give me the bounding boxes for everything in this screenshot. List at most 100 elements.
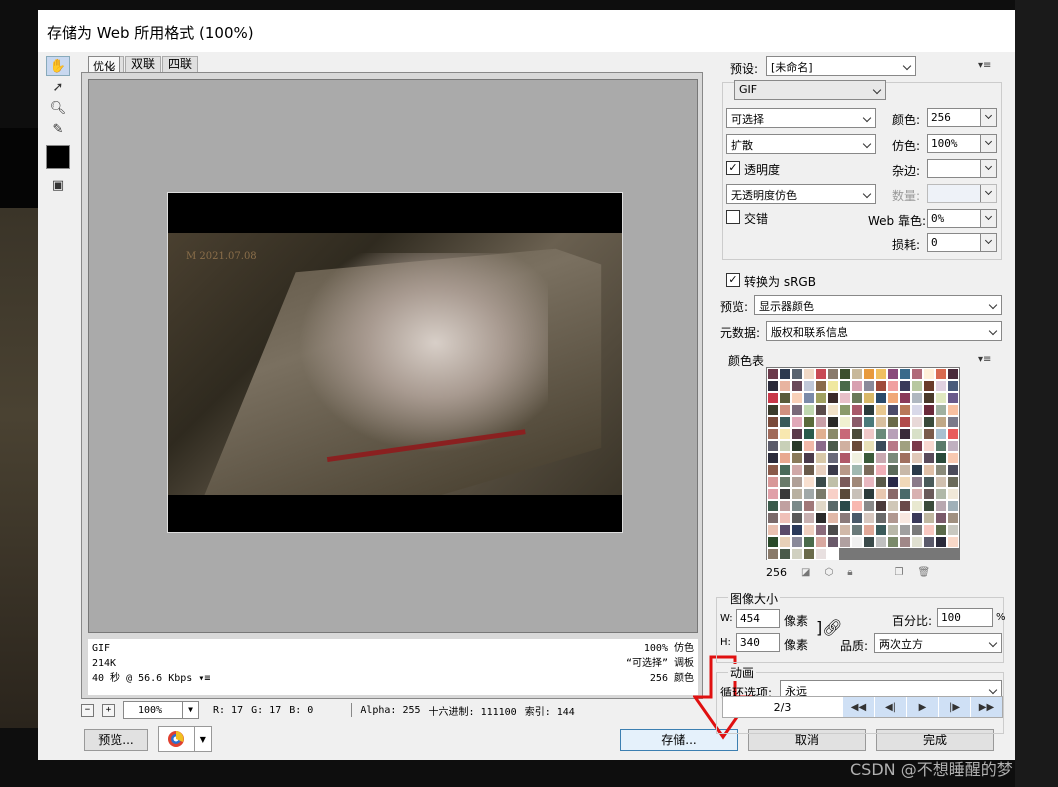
map-transparent-icon[interactable]: ◪ xyxy=(801,567,810,578)
percent-input[interactable]: 100 xyxy=(937,608,993,627)
color-swatch[interactable] xyxy=(851,500,863,512)
color-swatch[interactable] xyxy=(911,440,923,452)
color-swatch[interactable] xyxy=(863,512,875,524)
color-swatch[interactable] xyxy=(863,536,875,548)
color-swatch[interactable] xyxy=(779,440,791,452)
color-swatch[interactable] xyxy=(863,488,875,500)
color-swatch[interactable] xyxy=(815,380,827,392)
preset-select[interactable]: [未命名] xyxy=(766,56,916,76)
web-shift-icon[interactable]: ⬡ xyxy=(824,567,833,578)
color-swatch[interactable] xyxy=(947,404,959,416)
color-swatch[interactable] xyxy=(803,476,815,488)
color-swatch[interactable] xyxy=(863,380,875,392)
color-swatch[interactable] xyxy=(935,440,947,452)
color-swatch[interactable] xyxy=(923,440,935,452)
color-swatch[interactable] xyxy=(839,380,851,392)
color-swatch[interactable] xyxy=(851,464,863,476)
color-swatch[interactable] xyxy=(863,500,875,512)
color-swatch[interactable] xyxy=(947,500,959,512)
color-swatch[interactable] xyxy=(839,500,851,512)
color-swatch[interactable] xyxy=(899,440,911,452)
color-swatch[interactable] xyxy=(947,488,959,500)
color-swatch[interactable] xyxy=(791,380,803,392)
color-swatch[interactable] xyxy=(947,452,959,464)
color-swatch[interactable] xyxy=(923,524,935,536)
color-swatch[interactable] xyxy=(815,368,827,380)
color-swatch[interactable] xyxy=(899,476,911,488)
color-swatch[interactable] xyxy=(803,368,815,380)
color-swatch[interactable] xyxy=(863,464,875,476)
color-swatch[interactable] xyxy=(935,452,947,464)
color-swatch[interactable] xyxy=(839,524,851,536)
color-swatch[interactable] xyxy=(815,392,827,404)
zoom-in-button[interactable]: + xyxy=(102,703,115,717)
color-swatch[interactable] xyxy=(923,488,935,500)
color-swatch[interactable] xyxy=(791,368,803,380)
color-swatch[interactable] xyxy=(875,512,887,524)
color-swatch[interactable] xyxy=(935,536,947,548)
color-swatch[interactable] xyxy=(935,404,947,416)
color-swatch[interactable] xyxy=(803,464,815,476)
color-swatch[interactable] xyxy=(779,464,791,476)
color-swatch[interactable] xyxy=(779,488,791,500)
color-swatch[interactable] xyxy=(911,536,923,548)
color-swatch[interactable] xyxy=(947,380,959,392)
color-swatch[interactable] xyxy=(863,440,875,452)
color-swatch[interactable] xyxy=(875,368,887,380)
color-swatch[interactable] xyxy=(779,368,791,380)
color-swatch[interactable] xyxy=(851,416,863,428)
color-swatch[interactable] xyxy=(875,392,887,404)
color-swatch[interactable] xyxy=(767,488,779,500)
tab-4-up[interactable]: 四联 xyxy=(162,56,199,72)
color-swatch[interactable] xyxy=(923,404,935,416)
matte-input[interactable] xyxy=(927,159,997,178)
first-frame-icon[interactable]: ◀◀ xyxy=(842,697,874,717)
color-swatch[interactable] xyxy=(803,416,815,428)
color-swatch[interactable] xyxy=(899,404,911,416)
color-swatch[interactable] xyxy=(935,464,947,476)
color-swatch[interactable] xyxy=(827,512,839,524)
color-swatch[interactable] xyxy=(851,512,863,524)
color-swatch[interactable] xyxy=(827,392,839,404)
color-swatch[interactable] xyxy=(803,488,815,500)
color-swatch[interactable] xyxy=(767,500,779,512)
zoom-out-button[interactable]: − xyxy=(81,703,94,717)
color-swatch[interactable] xyxy=(935,524,947,536)
color-swatch[interactable] xyxy=(899,488,911,500)
color-swatch[interactable] xyxy=(911,524,923,536)
color-swatch[interactable] xyxy=(911,512,923,524)
color-swatch[interactable] xyxy=(887,380,899,392)
color-swatch[interactable] xyxy=(935,380,947,392)
color-swatch[interactable] xyxy=(839,512,851,524)
color-swatch[interactable] xyxy=(911,380,923,392)
color-swatch[interactable] xyxy=(947,392,959,404)
color-swatch[interactable] xyxy=(803,440,815,452)
color-swatch[interactable] xyxy=(911,368,923,380)
color-swatch[interactable] xyxy=(815,452,827,464)
new-color-icon[interactable]: ❐ xyxy=(895,567,904,578)
transparency-checkbox[interactable]: ✓ xyxy=(726,161,740,175)
color-swatch[interactable] xyxy=(875,440,887,452)
color-swatch[interactable] xyxy=(911,488,923,500)
play-icon[interactable]: ▶ xyxy=(906,697,938,717)
color-swatch[interactable] xyxy=(875,452,887,464)
color-swatch[interactable] xyxy=(767,416,779,428)
color-swatch[interactable] xyxy=(923,380,935,392)
color-swatch[interactable] xyxy=(911,464,923,476)
color-swatch[interactable] xyxy=(791,536,803,548)
color-swatch[interactable] xyxy=(779,428,791,440)
color-swatch[interactable] xyxy=(899,416,911,428)
color-swatch[interactable] xyxy=(791,404,803,416)
color-swatch[interactable] xyxy=(887,536,899,548)
height-input[interactable]: 340 xyxy=(736,633,780,652)
color-swatch[interactable] xyxy=(827,440,839,452)
dither-input[interactable]: 100% xyxy=(927,134,997,153)
color-swatch[interactable] xyxy=(851,524,863,536)
color-swatch[interactable] xyxy=(911,452,923,464)
color-swatch[interactable] xyxy=(767,524,779,536)
color-swatch[interactable] xyxy=(827,524,839,536)
color-swatch[interactable] xyxy=(791,488,803,500)
color-swatch[interactable] xyxy=(863,392,875,404)
color-swatch[interactable] xyxy=(875,536,887,548)
color-swatch[interactable] xyxy=(935,416,947,428)
